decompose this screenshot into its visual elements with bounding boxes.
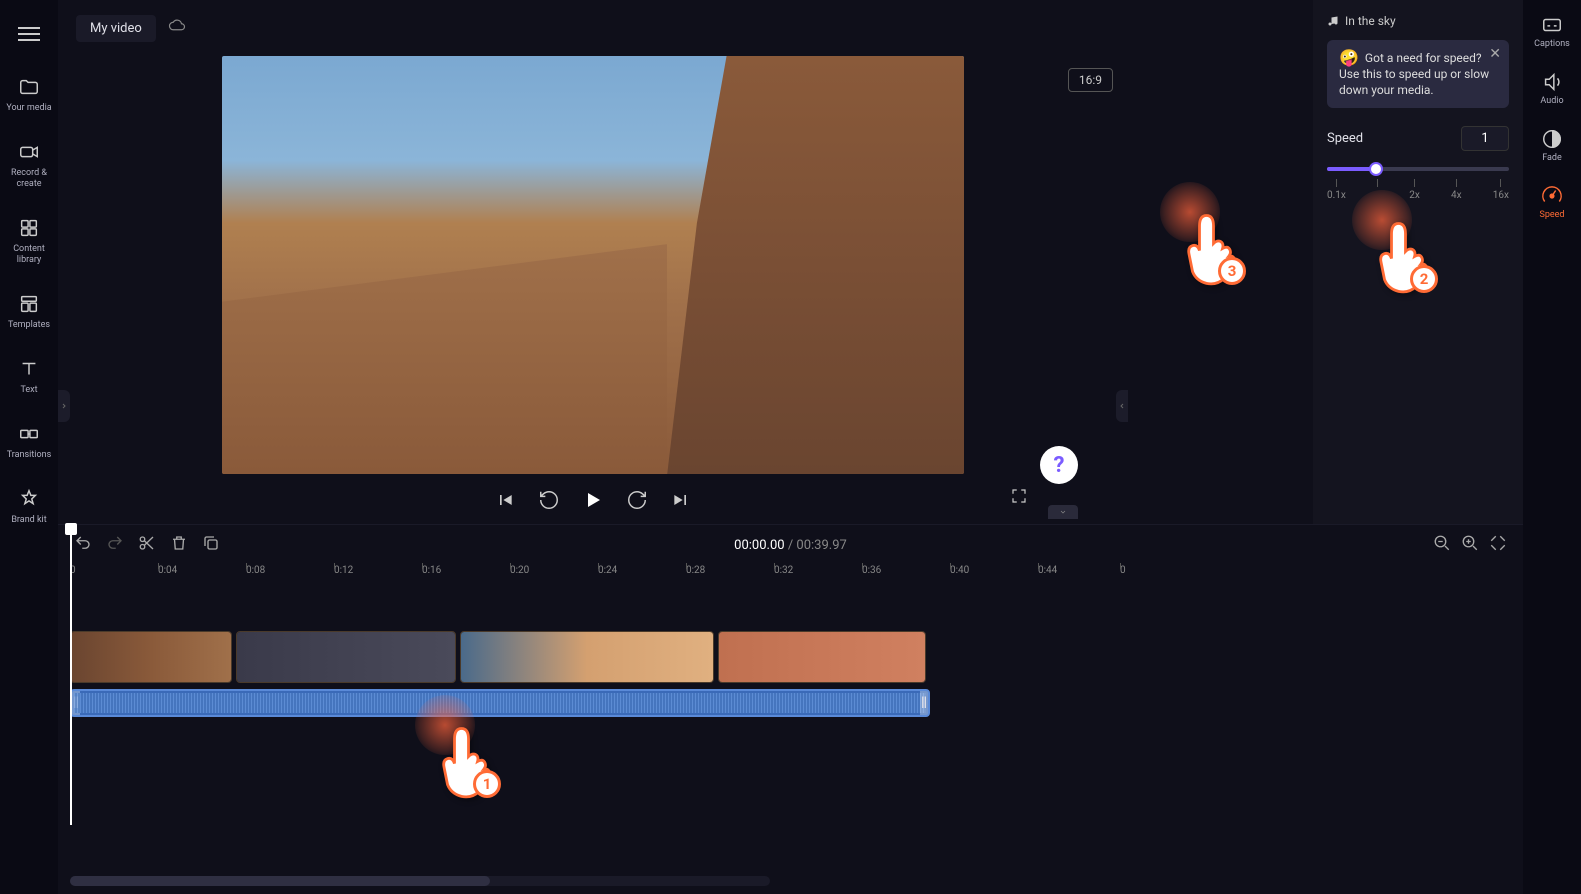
sidebar-item-your-media[interactable]: Your media bbox=[4, 71, 53, 118]
music-note-icon bbox=[1327, 15, 1339, 27]
sidebar-label: Your media bbox=[6, 103, 51, 114]
sidebar-label: Brand kit bbox=[11, 515, 46, 526]
forward-button[interactable] bbox=[625, 488, 649, 512]
undo-button[interactable] bbox=[74, 534, 92, 556]
sidebar-label: Transitions bbox=[7, 450, 52, 461]
sidebar-label: Templates bbox=[8, 320, 50, 331]
video-clip-4[interactable] bbox=[718, 631, 926, 683]
expand-right-handle[interactable] bbox=[1116, 390, 1128, 422]
sidebar-item-brand-kit[interactable]: Brand kit bbox=[9, 483, 48, 530]
help-button[interactable]: ? bbox=[1040, 446, 1078, 484]
rail-item-fade[interactable]: Fade bbox=[1541, 128, 1563, 163]
sidebar-label: Content library bbox=[2, 244, 56, 266]
captions-icon bbox=[1541, 14, 1563, 36]
hamburger-icon bbox=[18, 27, 40, 29]
speed-icon bbox=[1541, 185, 1563, 207]
speed-slider[interactable] bbox=[1327, 167, 1509, 171]
tooltip-text: Got a need for speed? Use this to speed … bbox=[1339, 51, 1489, 97]
video-clip-2[interactable] bbox=[236, 631, 456, 683]
audio-clip[interactable]: ‖ ‖ bbox=[70, 689, 930, 717]
speed-tooltip: ✕ 🤪 Got a need for speed? Use this to sp… bbox=[1327, 40, 1509, 108]
play-button[interactable] bbox=[581, 488, 605, 512]
speed-input[interactable] bbox=[1461, 126, 1509, 151]
folder-icon bbox=[17, 75, 41, 99]
timeline-ruler[interactable]: 0 0:04 0:08 0:12 0:16 0:20 0:24 0:28 0:3… bbox=[70, 565, 1523, 591]
templates-icon bbox=[17, 292, 41, 316]
transitions-icon bbox=[17, 422, 41, 446]
sidebar-label: Text bbox=[20, 385, 37, 396]
video-clip-3[interactable] bbox=[460, 631, 714, 683]
rewind-button[interactable] bbox=[537, 488, 561, 512]
close-tooltip-button[interactable]: ✕ bbox=[1489, 46, 1501, 62]
zoom-out-button[interactable] bbox=[1433, 534, 1451, 556]
fade-icon bbox=[1541, 128, 1563, 150]
timeline-scrollbar[interactable] bbox=[70, 876, 770, 886]
sidebar-label: Record & create bbox=[2, 168, 56, 190]
rail-item-audio[interactable]: Audio bbox=[1540, 71, 1563, 106]
audio-title: In the sky bbox=[1327, 14, 1509, 28]
emoji-icon: 🤪 bbox=[1339, 50, 1359, 66]
redo-button[interactable] bbox=[106, 534, 124, 556]
brand-kit-icon bbox=[17, 487, 41, 511]
skip-start-button[interactable] bbox=[493, 488, 517, 512]
video-preview[interactable] bbox=[222, 56, 964, 474]
aspect-ratio-button[interactable]: 16:9 bbox=[1068, 68, 1113, 92]
duplicate-button[interactable] bbox=[202, 534, 220, 556]
expand-left-handle[interactable] bbox=[58, 390, 70, 422]
waveform bbox=[74, 693, 926, 713]
zoom-fit-button[interactable] bbox=[1489, 534, 1507, 556]
playhead[interactable] bbox=[70, 525, 72, 825]
library-icon bbox=[17, 216, 41, 240]
sidebar-item-transitions[interactable]: Transitions bbox=[5, 418, 54, 465]
menu-button[interactable] bbox=[10, 15, 48, 53]
audio-icon bbox=[1541, 71, 1563, 93]
sidebar-item-record-create[interactable]: Record & create bbox=[0, 136, 58, 194]
scrollbar-thumb[interactable] bbox=[70, 876, 490, 886]
time-display: 00:00.00 / 00:39.97 bbox=[734, 538, 847, 553]
zoom-in-button[interactable] bbox=[1461, 534, 1479, 556]
sidebar-item-content-library[interactable]: Content library bbox=[0, 212, 58, 270]
rail-item-captions[interactable]: Captions bbox=[1534, 14, 1570, 49]
cloud-sync-icon[interactable] bbox=[168, 17, 186, 39]
speed-slider-thumb[interactable] bbox=[1369, 162, 1383, 176]
split-button[interactable] bbox=[138, 534, 156, 556]
sidebar-item-templates[interactable]: Templates bbox=[6, 288, 52, 335]
rail-item-speed[interactable]: Speed bbox=[1539, 185, 1564, 220]
text-icon bbox=[17, 357, 41, 381]
audio-trim-right[interactable]: ‖ bbox=[920, 691, 928, 715]
skip-end-button[interactable] bbox=[669, 488, 693, 512]
video-clip-1[interactable] bbox=[70, 631, 232, 683]
collapse-panel-button[interactable] bbox=[1048, 505, 1078, 519]
video-track[interactable] bbox=[70, 631, 1523, 683]
speed-label: Speed bbox=[1327, 131, 1363, 146]
sidebar-item-text[interactable]: Text bbox=[15, 353, 43, 400]
delete-button[interactable] bbox=[170, 534, 188, 556]
project-title[interactable]: My video bbox=[76, 15, 156, 42]
camera-icon bbox=[17, 140, 41, 164]
fullscreen-button[interactable] bbox=[1010, 487, 1028, 509]
